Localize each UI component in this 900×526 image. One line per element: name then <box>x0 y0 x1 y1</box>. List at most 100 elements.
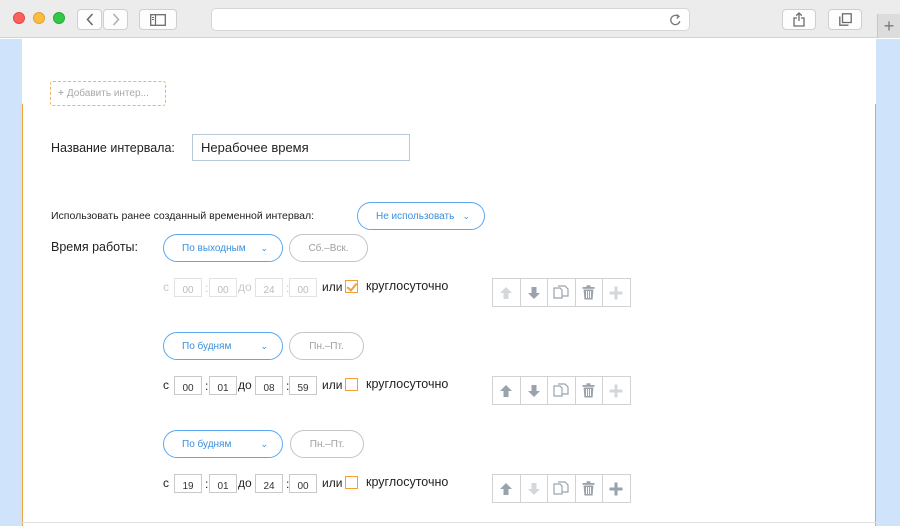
schedule-2-to-label: до <box>238 378 252 392</box>
plus-icon <box>609 286 623 299</box>
schedule-2-from-label: с <box>163 378 169 392</box>
schedule-1-days[interactable]: Сб.–Вск. <box>289 234 368 262</box>
schedule-1-or-label: или <box>322 280 343 294</box>
add-row-button[interactable] <box>602 474 631 503</box>
delete-button[interactable] <box>574 376 603 405</box>
copy-button[interactable] <box>547 376 576 405</box>
chevron-down-icon: ⌄ <box>260 341 268 351</box>
schedule-1-from-minutes[interactable]: 00 <box>209 278 237 297</box>
share-icon <box>793 12 805 27</box>
schedule-1-all-day-checkbox[interactable] <box>345 280 358 293</box>
chevron-down-icon: ⌄ <box>462 211 470 221</box>
use-existing-label: Использовать ранее созданный временной и… <box>51 210 315 222</box>
schedule-1-to-hours[interactable]: 24 <box>255 278 283 297</box>
schedule-3-from-minutes[interactable]: 01 <box>209 474 237 493</box>
address-bar[interactable] <box>211 8 690 31</box>
move-up-button[interactable] <box>492 278 521 307</box>
move-down-button[interactable] <box>519 376 548 405</box>
back-button[interactable] <box>77 9 102 30</box>
schedule-3-controls <box>492 474 631 503</box>
page-content <box>22 39 876 526</box>
interval-name-input[interactable] <box>192 134 410 161</box>
schedule-1-to-minutes[interactable]: 00 <box>289 278 317 297</box>
copy-button[interactable] <box>547 474 576 503</box>
show-tabs-button[interactable] <box>828 9 862 30</box>
schedule-2-from-minutes[interactable]: 01 <box>209 376 237 395</box>
trash-icon <box>582 383 595 398</box>
schedule-1-from-hours[interactable]: 00 <box>174 278 202 297</box>
schedule-3-all-day-checkbox[interactable] <box>345 476 358 489</box>
schedule-3-to-minutes[interactable]: 00 <box>289 474 317 493</box>
new-tab-button[interactable]: + <box>877 14 900 38</box>
chevron-down-icon: ⌄ <box>260 439 268 449</box>
schedule-2-from-hours[interactable]: 00 <box>174 376 202 395</box>
schedule-1-mode-select[interactable]: По выходным ⌄ <box>163 234 283 262</box>
back-icon <box>85 13 93 26</box>
schedule-1-to-label: до <box>238 280 252 294</box>
time-separator: : <box>205 477 209 491</box>
plus-icon: + <box>883 15 895 36</box>
delete-button[interactable] <box>574 474 603 503</box>
work-time-label: Время работы: <box>51 240 138 254</box>
zoom-window-button[interactable] <box>53 12 65 24</box>
arrow-down-icon <box>527 384 540 397</box>
close-window-button[interactable] <box>13 12 25 24</box>
delete-button[interactable] <box>574 278 603 307</box>
schedule-2-mode-select[interactable]: По будням ⌄ <box>163 332 283 360</box>
time-separator: : <box>205 281 209 295</box>
reload-icon[interactable] <box>669 13 682 32</box>
sidebar-button[interactable] <box>139 9 177 30</box>
page-margin-left <box>0 39 22 526</box>
move-up-button[interactable] <box>492 474 521 503</box>
schedule-3-or-label: или <box>322 476 343 490</box>
move-down-button[interactable] <box>519 278 548 307</box>
sidebar-icon <box>150 13 166 26</box>
minimize-window-button[interactable] <box>33 12 45 24</box>
forward-button[interactable] <box>103 9 128 30</box>
schedule-1-controls <box>492 278 631 307</box>
schedule-3-from-hours[interactable]: 19 <box>174 474 202 493</box>
copy-icon <box>553 480 569 495</box>
tabs-icon <box>838 13 852 26</box>
copy-button[interactable] <box>547 278 576 307</box>
schedule-2-days-label: Пн.–Пт. <box>309 340 344 352</box>
copy-icon <box>553 382 569 397</box>
trash-icon <box>582 285 595 300</box>
schedule-3-days[interactable]: Пн.–Пт. <box>290 430 364 458</box>
add-row-button[interactable] <box>602 278 631 307</box>
use-existing-select[interactable]: Не использовать ⌄ <box>357 202 485 230</box>
arrow-up-icon <box>500 384 513 397</box>
schedule-3-mode-select[interactable]: По будням ⌄ <box>163 430 283 458</box>
schedule-2-mode: По будням <box>182 340 232 352</box>
forward-icon <box>112 13 120 26</box>
schedule-3-all-day-label: круглосуточно <box>366 475 449 489</box>
move-up-button[interactable] <box>492 376 521 405</box>
copy-icon <box>553 284 569 299</box>
schedule-3-to-label: до <box>238 476 252 490</box>
schedule-3-to-hours[interactable]: 24 <box>255 474 283 493</box>
schedule-1-days-label: Сб.–Вск. <box>308 242 349 254</box>
divider <box>22 522 876 526</box>
page-margin-right <box>876 39 900 526</box>
add-interval-label: Добавить интер... <box>66 88 149 99</box>
interval-name-label: Название интервала: <box>51 141 175 155</box>
schedule-2-days[interactable]: Пн.–Пт. <box>289 332 364 360</box>
arrow-down-icon <box>527 482 540 495</box>
plus-icon <box>609 384 623 397</box>
arrow-up-icon <box>500 286 513 299</box>
add-interval-button[interactable]: + Добавить интер... <box>50 81 166 106</box>
schedule-1-mode: По выходным <box>182 242 246 254</box>
time-separator: : <box>205 379 209 393</box>
schedule-3-days-label: Пн.–Пт. <box>309 438 345 450</box>
schedule-2-to-hours[interactable]: 08 <box>255 376 283 395</box>
plus-icon: + <box>58 88 64 99</box>
move-down-button[interactable] <box>519 474 548 503</box>
add-row-button[interactable] <box>602 376 631 405</box>
schedule-1-all-day-label: круглосуточно <box>366 279 449 293</box>
schedule-1-from-label: с <box>163 280 169 294</box>
schedule-2-to-minutes[interactable]: 59 <box>289 376 317 395</box>
plus-icon <box>609 482 623 495</box>
schedule-2-all-day-checkbox[interactable] <box>345 378 358 391</box>
trash-icon <box>582 481 595 496</box>
share-button[interactable] <box>782 9 816 30</box>
